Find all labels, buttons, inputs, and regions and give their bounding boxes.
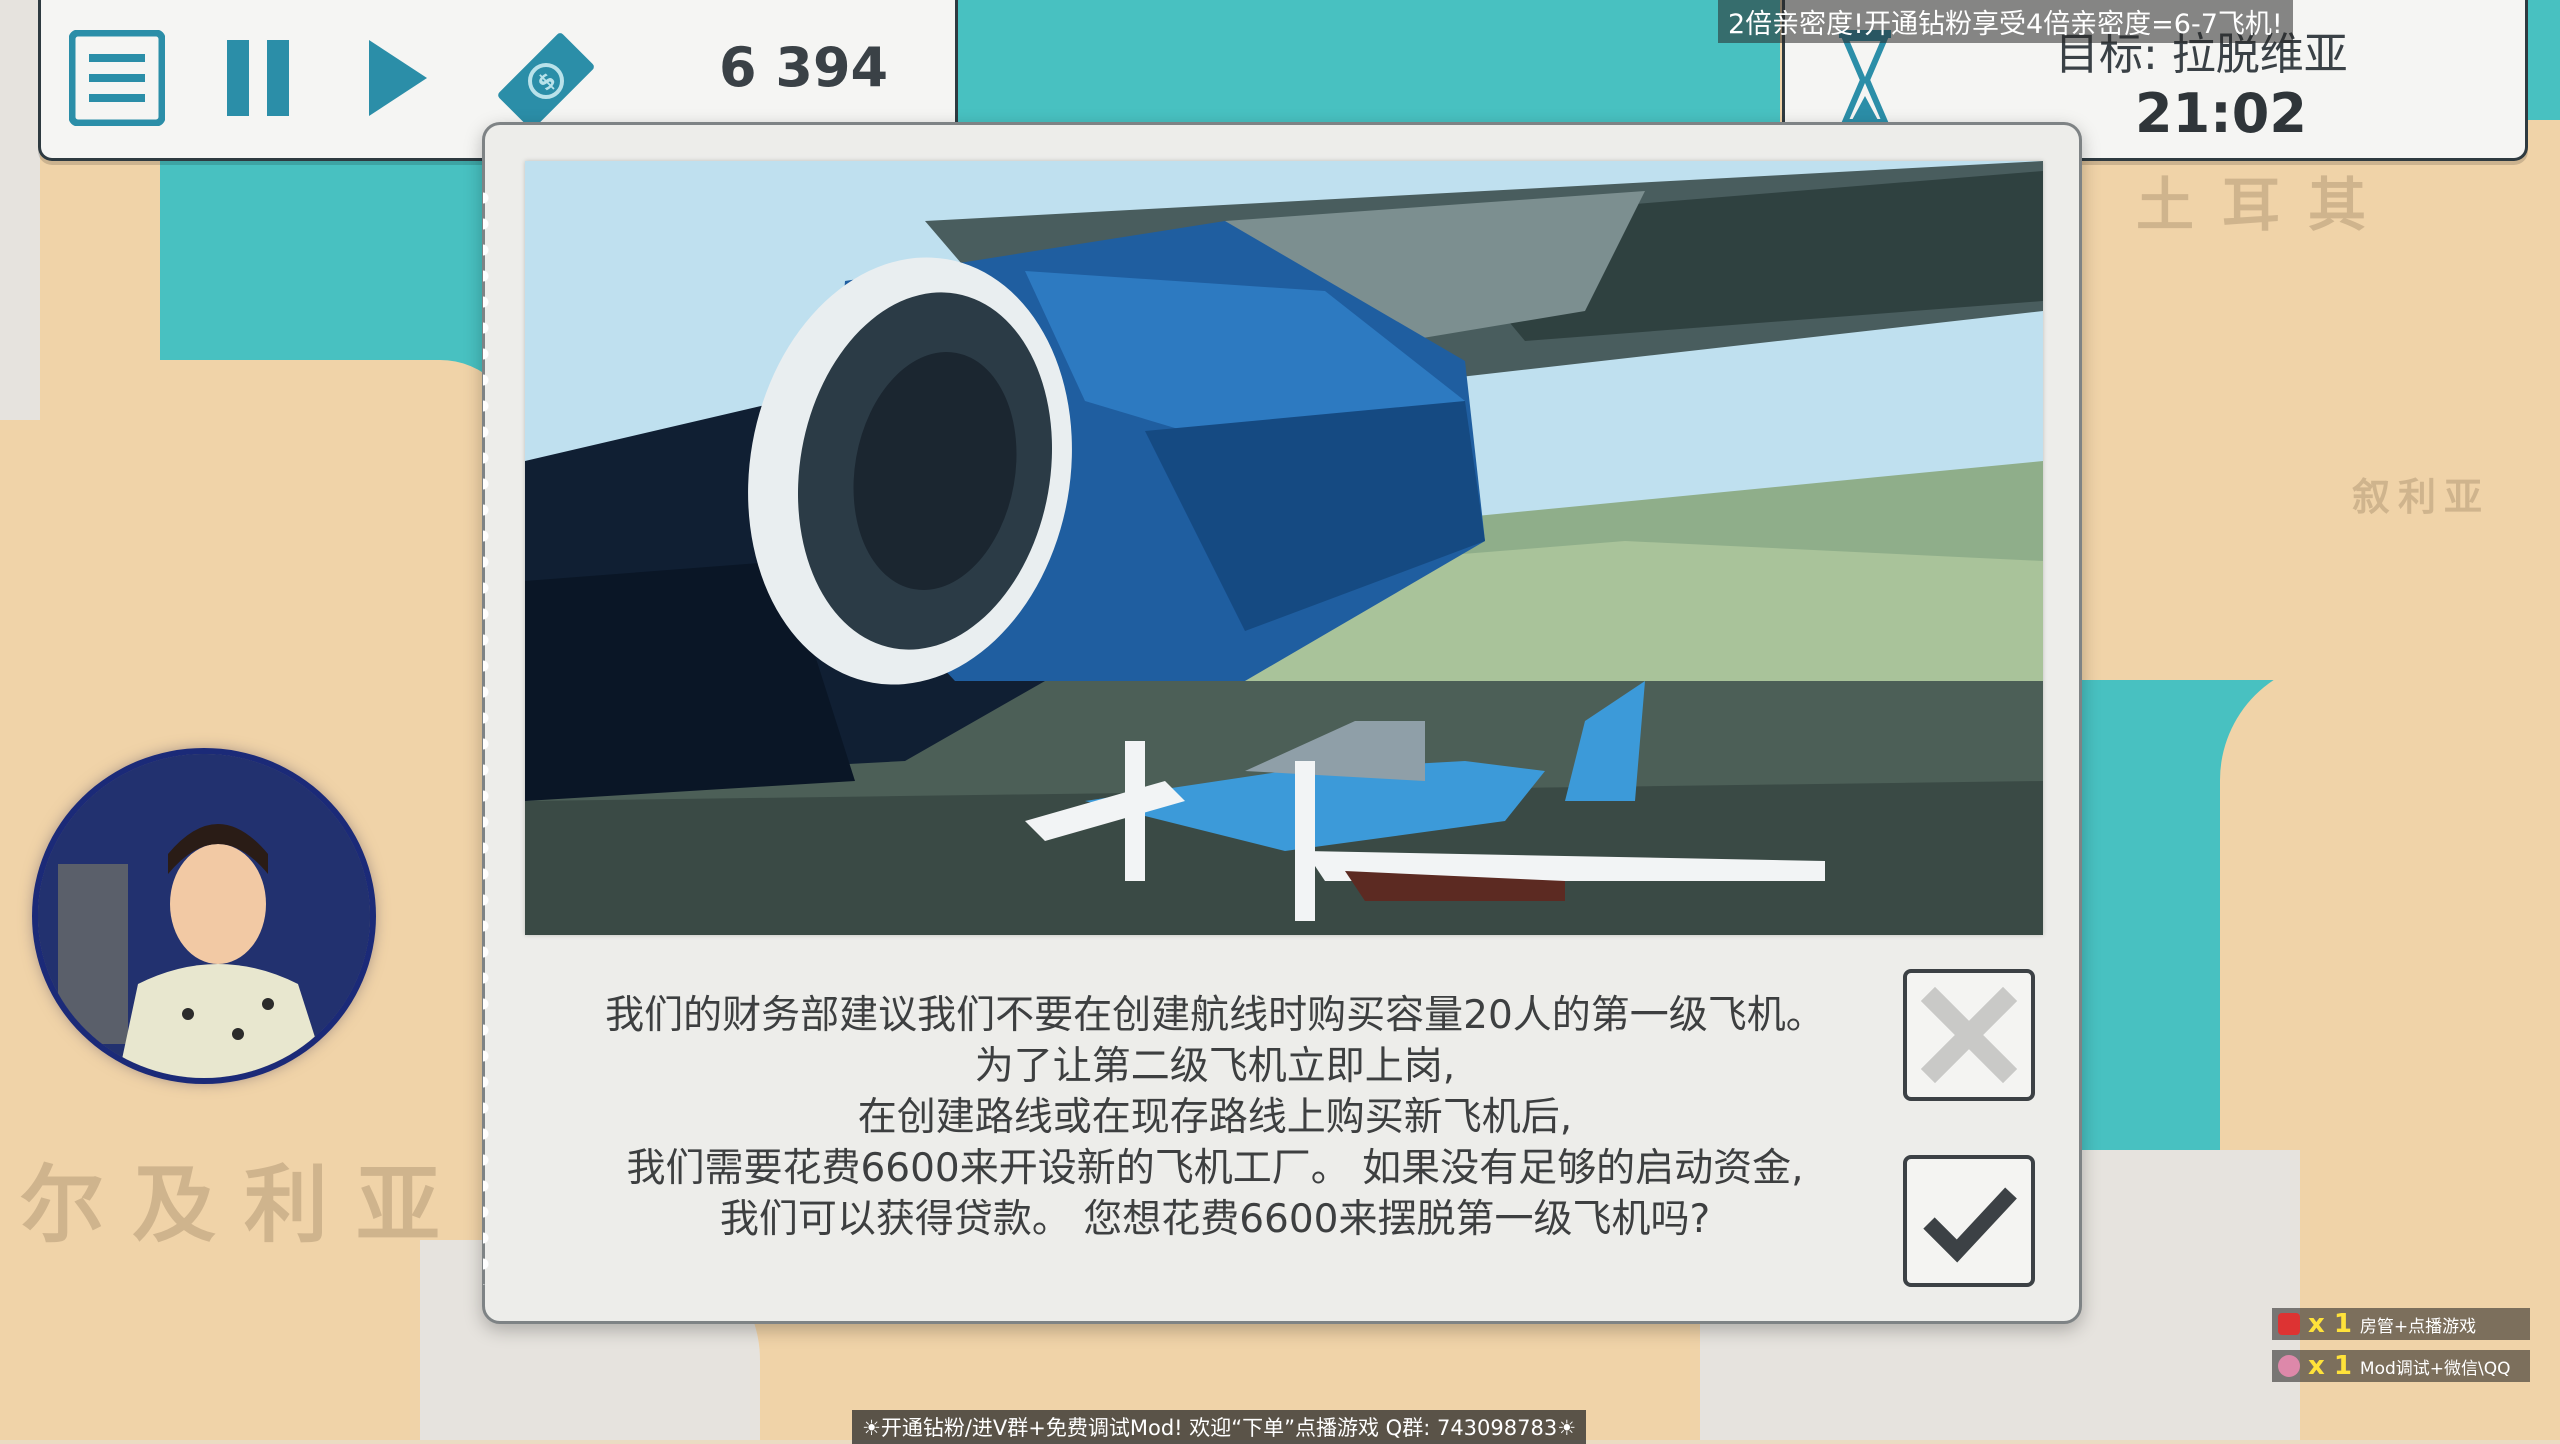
hourglass-icon (1837, 30, 1893, 130)
dialog-line: 为了让第二级飞机立即上岗, (974, 1044, 1456, 1089)
confirm-button[interactable] (1903, 1155, 2035, 1287)
pause-button[interactable] (221, 38, 295, 118)
play-icon (369, 40, 427, 116)
play-button[interactable] (365, 38, 431, 118)
gift-label: Mod调试+微信\QQ (2359, 1358, 2511, 1379)
gift-count: x 1 (2308, 1351, 2352, 1381)
countdown-timer: 21:02 (2135, 82, 2307, 145)
dialog-message: 我们的财务部建议我们不要在创建航线时购买容量20人的第一级飞机。 为了让第二级飞… (525, 990, 1905, 1245)
dialog-line: 在创建路线或在现存路线上购买新飞机后, (857, 1095, 1573, 1140)
map-label-turkey: 土耳其 (2136, 171, 2395, 239)
gift-label: 房管+点播游戏 (2359, 1316, 2477, 1337)
cancel-button[interactable] (1903, 969, 2035, 1101)
checkmark-icon (1923, 1187, 2017, 1263)
land-region (0, 0, 40, 420)
menu-button[interactable] (68, 29, 166, 127)
pause-icon (227, 40, 289, 116)
gift-icon (2278, 1313, 2300, 1335)
dialog-line: 我们可以获得贷款。 您想花费6600来摆脱第一级飞机吗? (719, 1197, 1711, 1242)
gift-icon (2278, 1355, 2300, 1377)
streamer-webcam (38, 754, 370, 1078)
stream-top-banner: 2倍亲密度!开通钻粉享受4倍亲密度=6-7飞机! (1718, 0, 2293, 43)
money-amount: 6 394 (719, 36, 889, 99)
airplane-illustration (525, 161, 2043, 935)
advisor-dialog: 我们的财务部建议我们不要在创建航线时购买容量20人的第一级飞机。 为了让第二级飞… (482, 122, 2082, 1324)
map-label-algeria: 尔及利亚 (20, 1156, 469, 1254)
stream-bottom-banner: ☀开通钻粉/进V群+免费调试Mod! 欢迎“下单”点播游戏 Q群: 743098… (852, 1410, 1587, 1444)
dialog-line: 我们的财务部建议我们不要在创建航线时购买容量20人的第一级飞机。 (605, 993, 1825, 1038)
menu-icon (68, 29, 166, 127)
close-icon (1920, 986, 2018, 1084)
dialog-perforation (483, 185, 495, 1285)
dialog-line: 我们需要花费6600来开设新的飞机工厂。 如果没有足够的启动资金, (626, 1146, 1804, 1191)
gift-row: x 1 Mod调试+微信\QQ (2272, 1350, 2530, 1382)
gift-count: x 1 (2308, 1309, 2352, 1339)
map-label-syria: 叙利亚 (2352, 475, 2491, 519)
gift-row: x 1 房管+点播游戏 (2272, 1308, 2530, 1340)
